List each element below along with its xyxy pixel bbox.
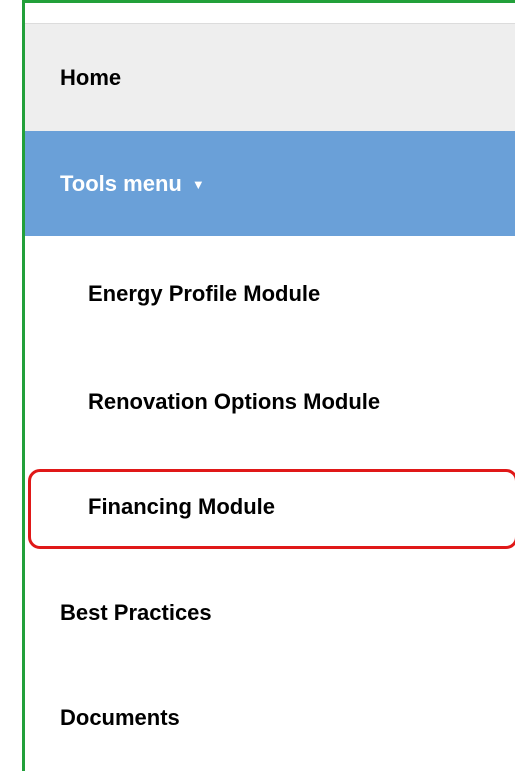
nav-item-label: Financing Module: [88, 493, 275, 519]
nav-item-label: Best Practices: [60, 600, 212, 625]
nav-item-documents[interactable]: Documents: [25, 664, 515, 772]
nav-item-label: Renovation Options Module: [88, 389, 381, 414]
nav-item-home[interactable]: Home: [25, 23, 515, 131]
nav-item-label: Documents: [60, 705, 180, 730]
tools-menu-label: Tools menu: [60, 170, 182, 196]
nav-item-label: Energy Profile Module: [88, 281, 321, 306]
sidebar-nav: Home Tools menu ▼ Energy Profile Module …: [25, 3, 515, 771]
nav-item-tools-menu[interactable]: Tools menu ▼: [25, 131, 515, 236]
nav-item-energy-profile-module[interactable]: Energy Profile Module: [25, 240, 515, 348]
nav-item-home-label: Home: [60, 64, 122, 90]
caret-down-icon: ▼: [191, 177, 205, 192]
nav-item-best-practices[interactable]: Best Practices: [25, 559, 515, 667]
nav-item-financing-module[interactable]: Financing Module: [25, 454, 515, 559]
nav-item-renovation-options-module[interactable]: Renovation Options Module: [25, 348, 515, 456]
